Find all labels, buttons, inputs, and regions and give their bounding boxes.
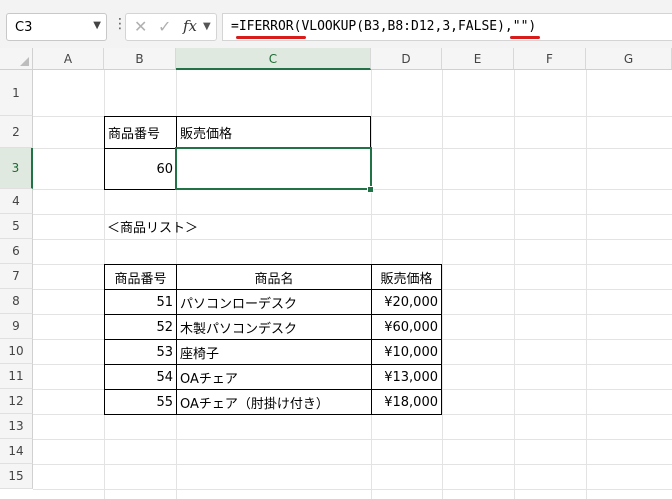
row-header-5[interactable]: 5	[0, 214, 33, 239]
close-icon[interactable]: ✕	[134, 17, 147, 36]
gridline	[442, 70, 443, 499]
formula-text[interactable]: =IFERROR(VLOOKUP(B3,B8:D12,3,FALSE),"")	[231, 19, 536, 34]
table-cell-id[interactable]: 53	[104, 339, 177, 365]
selected-cell-border	[175, 147, 372, 190]
gridline	[514, 70, 515, 499]
row-header-4[interactable]: 4	[0, 189, 33, 214]
table-cell-id[interactable]: 52	[104, 314, 177, 340]
row-header-13[interactable]: 13	[0, 414, 33, 439]
gridline	[33, 439, 672, 440]
row-header-6[interactable]: 6	[0, 239, 33, 264]
table-cell-price[interactable]: ¥13,000	[371, 364, 442, 390]
annotation-underline-iferror	[236, 36, 306, 39]
table-cell-name[interactable]: OAチェア	[176, 364, 372, 390]
row-header-3[interactable]: 3	[0, 148, 33, 189]
name-box-value: C3	[15, 20, 33, 35]
table-cell-price[interactable]: ¥20,000	[371, 289, 442, 315]
table-cell-name[interactable]: 座椅子	[176, 339, 372, 365]
table-cell-price[interactable]: ¥18,000	[371, 389, 442, 415]
row-header-8[interactable]: 8	[0, 289, 33, 314]
table-cell-id[interactable]: 51	[104, 289, 177, 315]
table-cell-price[interactable]: ¥10,000	[371, 339, 442, 365]
cell-b2[interactable]: 商品番号	[104, 116, 177, 149]
table-cell-name[interactable]: パソコンローデスク	[176, 289, 372, 315]
column-header-d[interactable]: D	[371, 48, 442, 70]
row-header-9[interactable]: 9	[0, 314, 33, 339]
column-header-b[interactable]: B	[104, 48, 176, 70]
insert-function-button[interactable]: fx	[183, 17, 197, 35]
row-header-2[interactable]: 2	[0, 116, 33, 148]
column-header-c[interactable]: C	[176, 48, 371, 70]
select-all-corner[interactable]	[0, 48, 33, 70]
select-all-triangle-icon	[20, 57, 29, 66]
annotation-underline-empty-string	[510, 36, 540, 39]
chevron-down-icon[interactable]: ▼	[93, 20, 101, 31]
table-cell-name[interactable]: OAチェア（肘掛け付き）	[176, 389, 372, 415]
table-cell-id[interactable]: 54	[104, 364, 177, 390]
column-header-f[interactable]: F	[514, 48, 586, 70]
column-header-g[interactable]: G	[586, 48, 672, 70]
gridline	[33, 489, 672, 490]
column-header-a[interactable]: A	[33, 48, 104, 70]
list-title[interactable]: ＜商品リスト＞	[104, 214, 304, 239]
fill-handle[interactable]	[367, 186, 374, 193]
row-header-1[interactable]: 1	[0, 70, 33, 116]
table-header-price[interactable]: 販売価格	[371, 264, 442, 290]
row-header-14[interactable]: 14	[0, 439, 33, 464]
table-header-name[interactable]: 商品名	[176, 264, 372, 290]
table-cell-price[interactable]: ¥60,000	[371, 314, 442, 340]
row-header-15[interactable]: 15	[0, 464, 33, 489]
row-header-11[interactable]: 11	[0, 364, 33, 389]
table-cell-name[interactable]: 木製パソコンデスク	[176, 314, 372, 340]
cell-c2[interactable]: 販売価格	[176, 116, 371, 149]
gridline	[33, 239, 672, 240]
row-header-12[interactable]: 12	[0, 389, 33, 414]
check-icon[interactable]: ✓	[158, 17, 171, 36]
row-header-10[interactable]: 10	[0, 339, 33, 364]
gridline	[33, 464, 672, 465]
name-box[interactable]: C3 ▼	[6, 13, 107, 41]
gridline	[586, 70, 587, 499]
row-header-7[interactable]: 7	[0, 264, 33, 289]
column-header-e[interactable]: E	[442, 48, 514, 70]
formula-buttons: ✕ ✓ fx ▼	[125, 13, 217, 41]
table-header-id[interactable]: 商品番号	[104, 264, 177, 290]
chevron-down-icon[interactable]: ▼	[203, 21, 211, 32]
table-cell-id[interactable]: 55	[104, 389, 177, 415]
cell-b3[interactable]: 60	[104, 148, 177, 190]
